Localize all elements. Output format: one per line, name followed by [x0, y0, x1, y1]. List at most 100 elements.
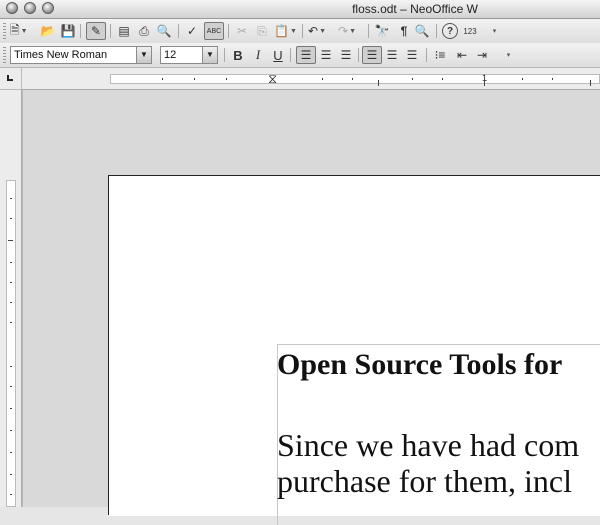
- vertical-ruler[interactable]: [0, 90, 22, 507]
- chevron-down-icon[interactable]: ▼: [349, 28, 356, 35]
- cut-button[interactable]: ✂: [234, 22, 250, 40]
- tab-left-icon: [7, 75, 13, 81]
- zoom-icon: 🔍: [414, 24, 430, 38]
- ruler-tick: [194, 78, 195, 80]
- copy-button[interactable]: ⎘: [254, 22, 270, 40]
- toolbar-grip-icon[interactable]: [3, 23, 6, 39]
- chevron-down-icon[interactable]: ▼: [136, 47, 151, 63]
- increase-indent-icon: ⇥: [476, 48, 488, 62]
- new-document-button[interactable]: 🗎 ▼: [10, 22, 28, 40]
- toolbar-divider: [368, 24, 369, 38]
- underline-button[interactable]: U: [270, 46, 286, 64]
- increase-indent-button[interactable]: ⇥: [474, 46, 490, 64]
- align-left-button[interactable]: ☰: [296, 46, 316, 64]
- ruler-tick: [10, 262, 12, 263]
- font-name-value: Times New Roman: [14, 49, 108, 61]
- help-button[interactable]: ?: [442, 23, 458, 39]
- align-right-button[interactable]: ☰: [338, 46, 354, 64]
- undo-button[interactable]: ↶ ▼: [308, 22, 326, 40]
- help-icon: ?: [446, 25, 454, 37]
- document-body-line-2[interactable]: purchase for them, incl: [277, 462, 572, 500]
- ruler-tab-stop: [484, 80, 485, 86]
- redo-button[interactable]: ↷ ▼: [338, 22, 356, 40]
- bullets-icon: ⁝≡: [434, 48, 446, 62]
- document-heading[interactable]: Open Source Tools for: [277, 348, 562, 382]
- toolbar-divider: [290, 48, 291, 62]
- formatting-marks-button[interactable]: ¶: [396, 22, 412, 40]
- export-pdf-button[interactable]: ▤: [116, 22, 132, 40]
- horizontal-ruler[interactable]: ⧖ 1: [22, 68, 600, 90]
- formatting-toolbar: Times New Roman ▼ 12 ▼ B I U ☰ ☰ ☰ ☰ ☰ ☰…: [0, 43, 600, 68]
- chevron-down-icon[interactable]: ▼: [21, 28, 28, 35]
- ruler-tick: [10, 386, 12, 387]
- ruler-tick: [8, 240, 13, 241]
- ruler-tick: [552, 78, 553, 80]
- chevron-down-icon[interactable]: ▼: [319, 28, 326, 35]
- ruler-tick: [10, 302, 12, 303]
- toolbar-divider: [302, 24, 303, 38]
- toolbar-overflow-button[interactable]: ▾: [486, 22, 502, 40]
- edit-file-icon: ✎: [90, 24, 102, 38]
- ruler-tick: [10, 322, 12, 323]
- save-button[interactable]: 💾: [60, 22, 76, 40]
- open-button[interactable]: 📂: [40, 22, 56, 40]
- standard-toolbar: 🗎 ▼ 📂 💾 ✎ ▤ ⎙ 🔍 ✓ ABC ✂ ⎘ 📋 ▼ ↶ ▼ ↷ ▼ 🔭 ¶ 🔍 …: [0, 19, 600, 44]
- document-body-line-1[interactable]: Since we have had com: [277, 426, 579, 464]
- italic-button[interactable]: I: [250, 46, 266, 64]
- numbers-button[interactable]: 123: [462, 22, 478, 40]
- undo-icon: ↶: [308, 24, 319, 38]
- font-size-combo[interactable]: 12 ▼: [160, 46, 218, 64]
- page-preview-button[interactable]: 🔍: [156, 22, 172, 40]
- spellcheck-button[interactable]: ✓: [184, 22, 200, 40]
- document-area[interactable]: Open Source Tools for Since we have had …: [22, 90, 600, 525]
- tab-stop-selector[interactable]: [0, 68, 22, 90]
- chevron-down-icon[interactable]: ▼: [290, 28, 297, 35]
- toolbar-divider: [426, 48, 427, 62]
- decrease-indent-icon: ⇤: [456, 48, 468, 62]
- page-preview-icon: 🔍: [156, 24, 172, 38]
- line-spacing-button[interactable]: ☰: [384, 46, 400, 64]
- open-icon: 📂: [40, 24, 56, 38]
- align-center-button[interactable]: ☰: [318, 46, 334, 64]
- align-justify-button[interactable]: ☰: [404, 46, 420, 64]
- zoom-button[interactable]: 🔍: [414, 22, 430, 40]
- ruler-tick: [10, 218, 12, 219]
- decrease-indent-button[interactable]: ⇤: [454, 46, 470, 64]
- window-title: floss.odt – NeoOffice W: [352, 2, 478, 16]
- ruler-tick: [10, 282, 12, 283]
- bold-button[interactable]: B: [230, 46, 246, 64]
- ruler-tick: [442, 78, 443, 80]
- justify-button[interactable]: ☰: [362, 46, 382, 64]
- justify-icon: ☰: [366, 48, 378, 62]
- font-name-combo[interactable]: Times New Roman ▼: [10, 46, 152, 64]
- ruler-tick: [10, 408, 12, 409]
- font-size-value: 12: [164, 49, 177, 61]
- redo-icon: ↷: [338, 24, 349, 38]
- toolbar-overflow-button[interactable]: ▾: [500, 46, 516, 64]
- paste-icon: 📋: [274, 24, 289, 38]
- ruler-tick: [10, 198, 12, 199]
- bullets-button[interactable]: ⁝≡: [432, 46, 448, 64]
- line-spacing-icon: ☰: [386, 48, 398, 62]
- toolbar-divider: [436, 24, 437, 38]
- ruler-tick: [10, 452, 12, 453]
- bold-label: B: [233, 47, 243, 63]
- chevron-down-icon[interactable]: ▼: [202, 47, 217, 63]
- indent-marker-icon[interactable]: ⧖: [268, 72, 277, 85]
- toolbar-divider: [228, 24, 229, 38]
- toolbar-grip-icon[interactable]: [3, 47, 6, 63]
- ruler-tick: [226, 78, 227, 80]
- edit-file-button[interactable]: ✎: [86, 22, 106, 40]
- align-right-icon: ☰: [340, 48, 352, 62]
- align-left-icon: ☰: [300, 48, 312, 62]
- print-button[interactable]: ⎙: [136, 22, 152, 40]
- find-replace-button[interactable]: 🔭: [374, 22, 390, 40]
- ruler-track: [110, 74, 600, 84]
- cut-icon: ✂: [236, 24, 248, 38]
- overflow-icon: ▾: [506, 52, 511, 59]
- align-justify-icon: ☰: [406, 48, 418, 62]
- paste-button[interactable]: 📋 ▼: [274, 22, 297, 40]
- autospellcheck-button[interactable]: ABC: [204, 22, 224, 40]
- toolbar-divider: [178, 24, 179, 38]
- ruler-tick: [522, 78, 523, 80]
